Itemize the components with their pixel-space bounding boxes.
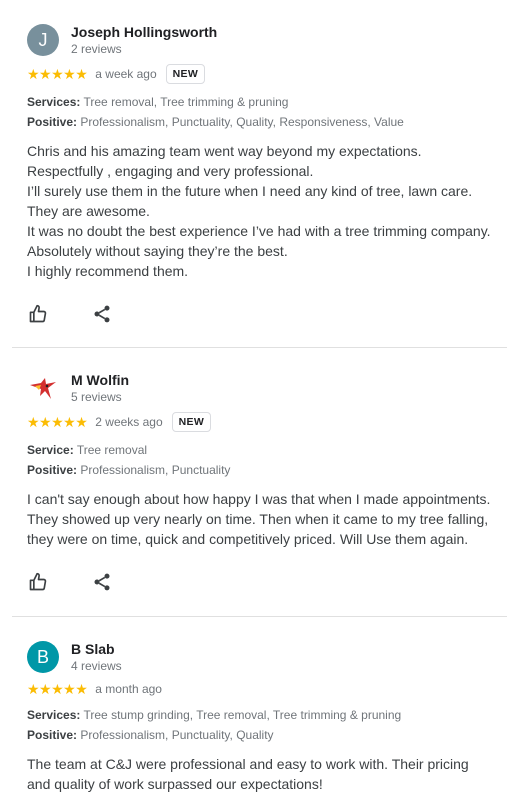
review-text: The team at C&J were professional and ea… — [27, 754, 497, 794]
star-rating: ★★★★★ — [27, 66, 88, 82]
services-line: Services: Tree stump grinding, Tree remo… — [27, 705, 497, 725]
rating-row: ★★★★★ a month ago — [27, 677, 497, 701]
positive-line: Positive: Professionalism, Punctuality, … — [27, 725, 497, 745]
review-header: M Wolfin 5 reviews — [27, 368, 497, 408]
new-badge: NEW — [165, 64, 206, 84]
positive-label: Positive: — [27, 728, 78, 742]
review-text: I can't say enough about how happy I was… — [27, 489, 497, 549]
review-header: B B Slab 4 reviews — [27, 637, 497, 677]
review-line: The team at C&J were professional and ea… — [27, 756, 469, 772]
review-line: I highly recommend them. — [27, 263, 189, 279]
review-line: They are awesome. — [27, 203, 150, 219]
review-line: and quality of work surpassed our expect… — [27, 776, 323, 792]
author-name[interactable]: B Slab — [71, 641, 122, 657]
review-line: I can't say enough about how happy I was… — [27, 491, 491, 507]
positive-value: Professionalism, Punctuality, Quality — [80, 728, 274, 742]
author-info: B Slab 4 reviews — [71, 641, 122, 674]
services-value: Tree removal, Tree trimming & pruning — [83, 95, 289, 109]
author-review-count: 5 reviews — [71, 389, 122, 404]
review-text: Chris and his amazing team went way beyo… — [27, 141, 497, 281]
review-date: a week ago — [95, 67, 157, 81]
divider — [12, 616, 507, 617]
positive-value: Professionalism, Punctuality — [80, 463, 231, 477]
review-line: Absolutely without saying they’re the be… — [27, 243, 288, 259]
author-info: M Wolfin 5 reviews — [71, 372, 129, 405]
divider — [12, 347, 507, 348]
review-actions — [27, 302, 497, 326]
star-rating: ★★★★★ — [27, 414, 88, 430]
positive-line: Positive: Professionalism, Punctuality — [27, 460, 497, 480]
author-name[interactable]: Joseph Hollingsworth — [71, 24, 217, 40]
thumbs-up-icon[interactable] — [27, 303, 49, 325]
review-line: I’ll surely use them in the future when … — [27, 183, 473, 199]
avatar[interactable]: B — [27, 641, 59, 673]
author-review-count: 4 reviews — [71, 658, 122, 673]
services-value: Tree removal — [76, 443, 148, 457]
review-line: Respectfully , engaging and very profess… — [27, 163, 314, 179]
review-card: B B Slab 4 reviews ★★★★★ a month ago Ser… — [0, 637, 497, 794]
rating-row: ★★★★★ a week ago NEW — [27, 62, 497, 86]
share-icon[interactable] — [91, 571, 113, 593]
author-info: Joseph Hollingsworth 2 reviews — [71, 24, 217, 57]
review-card: J Joseph Hollingsworth 2 reviews ★★★★★ a… — [0, 20, 497, 326]
review-line: It was no doubt the best experience I’ve… — [27, 223, 491, 239]
review-card: M Wolfin 5 reviews ★★★★★ 2 weeks ago NEW… — [0, 368, 497, 594]
positive-label: Positive: — [27, 463, 78, 477]
review-line: Chris and his amazing team went way beyo… — [27, 143, 422, 159]
rating-row: ★★★★★ 2 weeks ago NEW — [27, 410, 497, 434]
services-line: Services: Tree removal, Tree trimming & … — [27, 92, 497, 112]
positive-line: Positive: Professionalism, Punctuality, … — [27, 112, 497, 132]
avatar[interactable] — [27, 372, 59, 404]
review-actions — [27, 570, 497, 594]
red-bird-avatar-icon — [30, 378, 56, 399]
services-label: Services: — [27, 708, 81, 722]
review-header: J Joseph Hollingsworth 2 reviews — [27, 20, 497, 60]
author-review-count: 2 reviews — [71, 41, 122, 56]
services-label: Service: — [27, 443, 74, 457]
review-line: they were on time, quick and competitive… — [27, 531, 469, 547]
services-value: Tree stump grinding, Tree removal, Tree … — [83, 708, 402, 722]
review-date: a month ago — [95, 682, 162, 696]
positive-label: Positive: — [27, 115, 78, 129]
review-date: 2 weeks ago — [95, 415, 163, 429]
services-line: Service: Tree removal — [27, 440, 497, 460]
new-badge: NEW — [171, 412, 212, 432]
review-line: They showed up very nearly on time. Then… — [27, 511, 489, 527]
positive-value: Professionalism, Punctuality, Quality, R… — [80, 115, 404, 129]
avatar[interactable]: J — [27, 24, 59, 56]
star-rating: ★★★★★ — [27, 681, 88, 697]
author-name[interactable]: M Wolfin — [71, 372, 129, 388]
services-label: Services: — [27, 95, 81, 109]
thumbs-up-icon[interactable] — [27, 571, 49, 593]
share-icon[interactable] — [91, 303, 113, 325]
